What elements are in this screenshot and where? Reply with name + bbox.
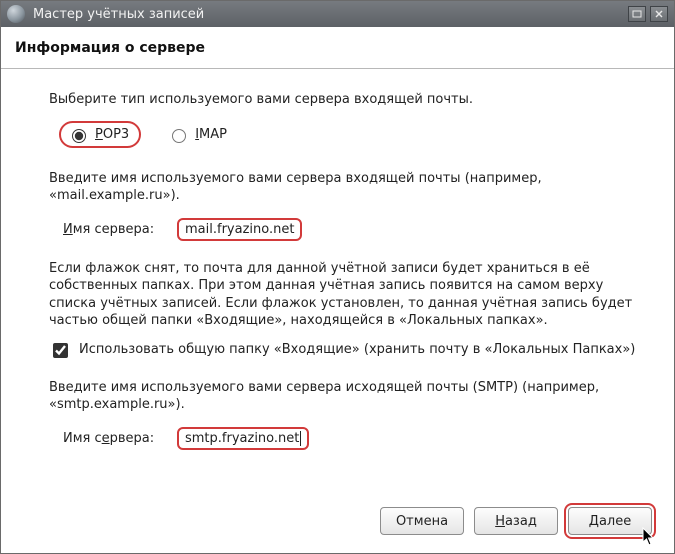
close-button[interactable] [650, 6, 668, 22]
radio-imap-input[interactable] [172, 129, 186, 143]
outgoing-server-row: Имя сервера: smtp.fryazino.net [63, 426, 638, 451]
server-type-radios: POP3 IMAP [59, 121, 638, 148]
outgoing-server-label: Имя сервера: [63, 431, 163, 446]
back-button[interactable]: Назад [474, 507, 558, 535]
incoming-server-label: Имя сервера: [63, 222, 163, 237]
outgoing-typed-text: smtp.fryazino.net [185, 431, 301, 446]
radio-pop3-input[interactable] [72, 129, 86, 143]
wizard-buttons: Отмена Назад Далее [1, 499, 674, 553]
wizard-header: Информация о сервере [1, 27, 674, 69]
account-wizard-window: Мастер учётных записей Информация о серв… [0, 0, 675, 554]
window-controls [628, 6, 668, 22]
global-inbox-checkbox[interactable] [53, 343, 68, 358]
global-inbox-note: Если флажок снят, то почта для данной уч… [49, 260, 638, 330]
global-inbox-checkbox-row: Использовать общую папку «Входящие» (хра… [49, 342, 638, 361]
highlight-incoming-value: mail.fryazino.net [177, 218, 302, 241]
highlight-next: Далее [568, 507, 652, 535]
incoming-server-row: Имя сервера: mail.fryazino.net [63, 217, 638, 242]
radio-imap-label: IMAP [195, 127, 227, 142]
global-inbox-checkbox-label: Использовать общую папку «Входящие» (хра… [79, 342, 635, 357]
titlebar: Мастер учётных записей [1, 1, 674, 27]
server-type-prompt: Выберите тип используемого вами сервера … [49, 91, 638, 109]
next-button[interactable]: Далее [568, 507, 652, 535]
wizard-content: Выберите тип используемого вами сервера … [1, 69, 674, 499]
radio-imap[interactable]: IMAP [167, 126, 227, 143]
app-icon [7, 5, 25, 23]
minimize-button[interactable] [628, 6, 646, 22]
highlight-pop3: POP3 [59, 121, 141, 148]
outgoing-server-prompt: Введите имя используемого вами сервера и… [49, 379, 638, 414]
radio-pop3-label: POP3 [95, 127, 129, 142]
page-title: Информация о сервере [15, 40, 205, 56]
cancel-button[interactable]: Отмена [380, 507, 464, 535]
incoming-server-prompt: Введите имя используемого вами сервера в… [49, 170, 638, 205]
highlight-outgoing-value: smtp.fryazino.net [177, 427, 309, 450]
window-title: Мастер учётных записей [33, 7, 628, 22]
radio-pop3[interactable]: POP3 [67, 126, 129, 143]
incoming-typed-text: mail.fryazino.net [185, 222, 294, 237]
